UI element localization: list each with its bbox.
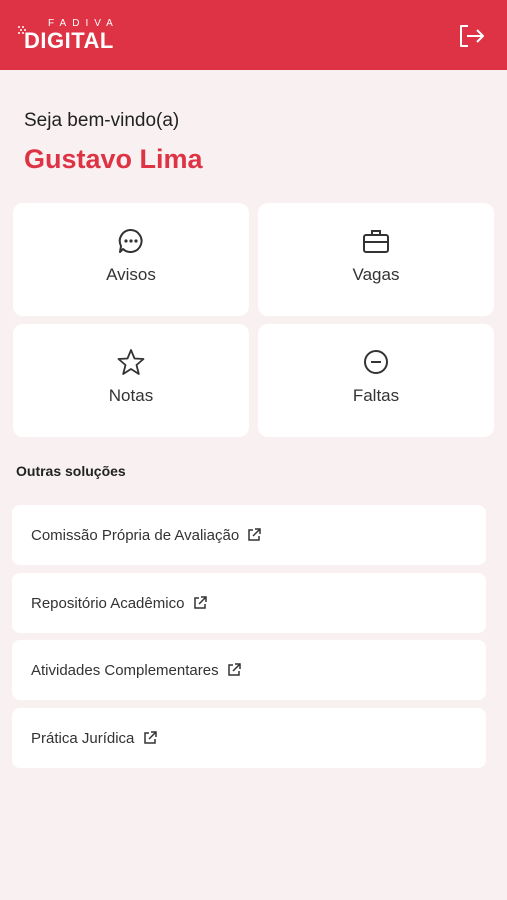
- link-pratica-juridica[interactable]: Prática Jurídica: [12, 708, 486, 768]
- star-icon: [117, 349, 145, 375]
- card-label: Vagas: [352, 265, 400, 284]
- welcome-text: Seja bem-vindo(a): [24, 110, 180, 131]
- chat-bubble-icon: [118, 228, 143, 253]
- fadiva-digital-logo: FADIVA DIGITAL: [18, 18, 128, 54]
- user-name: Gustavo Lima: [24, 144, 203, 174]
- card-label: Faltas: [352, 386, 400, 405]
- external-link-icon: [228, 663, 241, 676]
- card-faltas[interactable]: Faltas: [258, 324, 494, 437]
- card-label: Notas: [108, 386, 154, 405]
- other-solutions-title: Outras soluções: [16, 463, 126, 479]
- card-avisos[interactable]: Avisos: [13, 203, 249, 316]
- link-label: Prática Jurídica: [31, 730, 135, 747]
- briefcase-icon: [363, 230, 389, 253]
- logout-icon: [460, 25, 484, 47]
- external-link-icon: [143, 731, 157, 744]
- link-atividades-complementares[interactable]: Atividades Complementares: [12, 640, 486, 700]
- link-label: Comissão Própria de Avaliação: [31, 527, 240, 544]
- card-vagas[interactable]: Vagas: [258, 203, 494, 316]
- external-link-icon: [193, 596, 207, 609]
- minus-circle-icon: [364, 350, 388, 374]
- card-label: Avisos: [106, 265, 156, 284]
- link-label: Atividades Complementares: [31, 662, 219, 679]
- logout-button[interactable]: [458, 24, 486, 48]
- card-notas[interactable]: Notas: [13, 324, 249, 437]
- link-comissao-propria[interactable]: Comissão Própria de Avaliação: [12, 505, 486, 565]
- logo-main-text: DIGITAL: [24, 28, 114, 53]
- app-header: FADIVA DIGITAL: [0, 0, 507, 70]
- link-repositorio-academico[interactable]: Repositório Acadêmico: [12, 573, 486, 633]
- link-label: Repositório Acadêmico: [31, 595, 185, 612]
- external-link-icon: [248, 528, 262, 541]
